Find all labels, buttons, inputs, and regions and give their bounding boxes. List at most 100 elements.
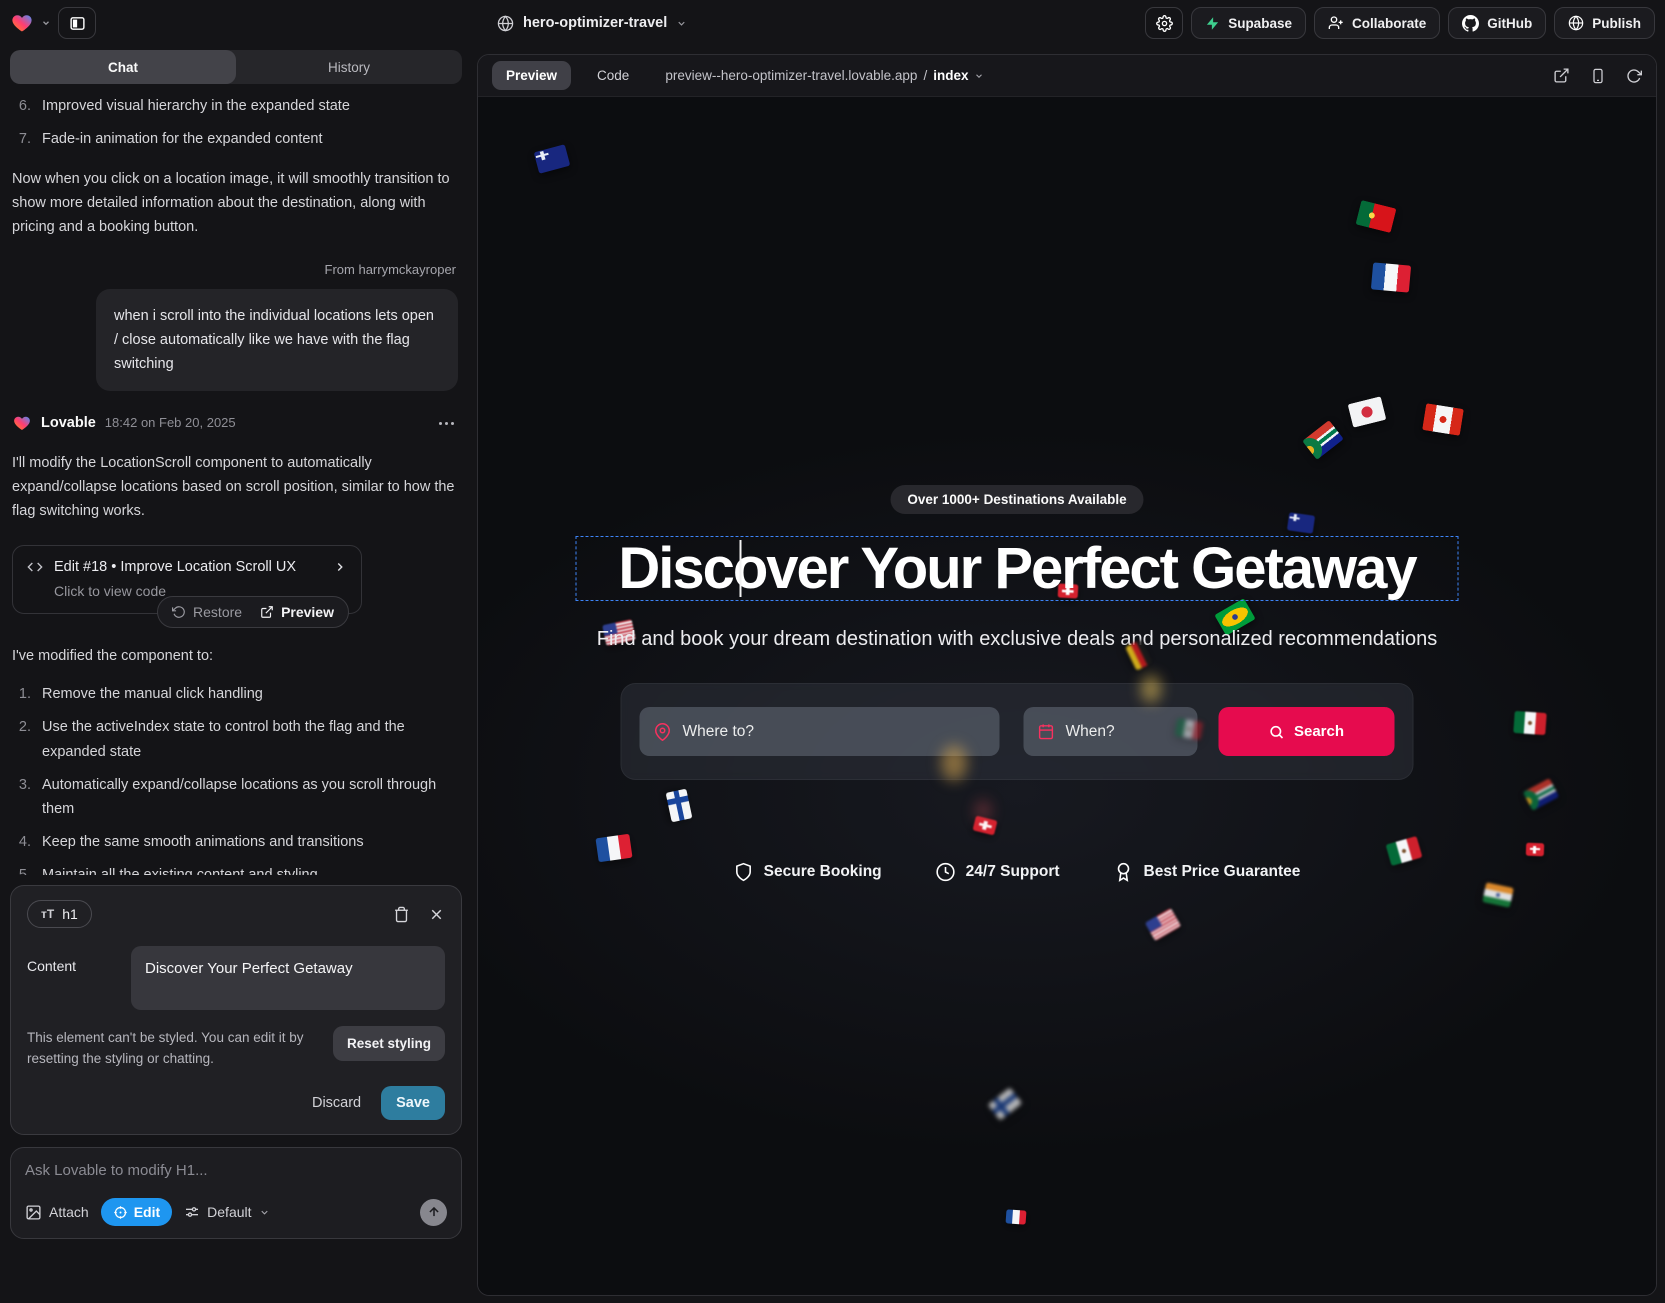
reset-styling-button[interactable]: Reset styling [333,1026,445,1061]
search-card: Search [621,683,1414,780]
assistant-name: Lovable [41,411,96,435]
edit-card-actions: Restore Preview [157,596,349,628]
flag-za-icon [1302,420,1344,460]
discard-button[interactable]: Discard [312,1095,361,1111]
supabase-icon [1205,16,1220,31]
mode-selector[interactable]: Default [184,1204,269,1220]
send-button[interactable] [420,1199,447,1226]
chat-scroll-area[interactable]: 6. Improved visual hierarchy in the expa… [10,84,462,875]
image-attach-icon [25,1204,42,1221]
element-tag-label: h1 [62,906,78,922]
delete-element-button[interactable] [393,906,410,923]
smartphone-icon [1590,68,1606,84]
save-button[interactable]: Save [381,1086,445,1120]
composer-input[interactable] [25,1162,447,1179]
edit-mode-label: Edit [134,1204,160,1220]
preview-panel: Preview Code preview--hero-optimizer-tra… [477,54,1657,1296]
flag-in-icon [1482,882,1514,907]
github-button[interactable]: GitHub [1448,7,1546,39]
open-in-new-tab-button[interactable] [1553,67,1570,84]
flag-jp-icon [1348,396,1387,428]
list-item: 7. Fade-in animation for the expanded co… [12,127,458,151]
preview-toolbar: Preview Code preview--hero-optimizer-tra… [478,55,1656,97]
attach-button[interactable]: Attach [25,1204,89,1221]
content-label: Content [27,946,131,1010]
publish-button[interactable]: Publish [1554,7,1655,39]
hero-subtitle: Find and book your dream destination wit… [597,628,1437,651]
list-item: 4. Keep the same smooth animations and t… [12,830,458,854]
arrow-up-icon [427,1205,441,1219]
where-input[interactable] [683,723,986,741]
message-menu-icon[interactable] [435,418,458,429]
chat-sidebar: Chat History 6. Improved visual hierarch… [0,46,472,1303]
assistant-paragraph: Now when you click on a location image, … [12,167,458,239]
styling-note: This element can't be styled. You can ed… [27,1026,319,1070]
restore-label: Restore [193,604,242,620]
list-item: 6. Improved visual hierarchy in the expa… [12,94,458,118]
assistant-paragraph: I'll modify the LocationScroll component… [12,451,458,523]
text-caret [740,540,742,597]
element-tag-chip: тT h1 [27,900,92,928]
tab-code[interactable]: Code [583,61,643,90]
top-header: hero-optimizer-travel Supabase Collabora… [0,0,1665,46]
content-textarea[interactable]: Discover Your Perfect Getaway [131,946,445,1010]
url-page: index [933,68,968,83]
tab-chat[interactable]: Chat [10,50,236,84]
assistant-list-top: 6. Improved visual hierarchy in the expa… [12,94,458,151]
clock-icon [936,862,956,882]
list-item: 1. Remove the manual click handling [12,682,458,706]
sidebar-toggle-button[interactable] [58,7,96,39]
preview-edit-button[interactable]: Preview [260,604,334,620]
mobile-view-button[interactable] [1590,68,1606,84]
flag-ch-icon [1526,843,1544,857]
assistant-paragraph: I've modified the component to: [12,644,458,668]
list-item: 3. Automatically expand/collapse locatio… [12,773,458,821]
destinations-badge: Over 1000+ Destinations Available [890,485,1143,514]
tab-history[interactable]: History [236,50,462,84]
list-item-number: 1. [12,682,31,706]
settings-button[interactable] [1145,7,1183,39]
hero-title[interactable]: Discover Your Perfect Getaway [618,535,1415,602]
sidebar-tabs: Chat History [10,50,462,84]
where-input-wrap [640,707,1000,756]
edit-mode-button[interactable]: Edit [101,1198,172,1226]
tab-preview[interactable]: Preview [492,61,571,90]
preview-edit-label: Preview [281,604,334,620]
logo-chevron-down-icon[interactable] [41,18,51,28]
chevron-right-icon [333,560,347,574]
list-item-text: Maintain all the existing content and st… [42,863,458,875]
url-separator: / [923,68,927,83]
feature-label: 24/7 Support [966,863,1060,881]
feature-label: Best Price Guarantee [1144,863,1301,881]
sliders-icon [184,1204,200,1220]
user-attribution: From harrymckayroper [12,259,456,281]
lovable-heart-icon [12,414,32,432]
features-row: Secure Booking 24/7 Support Best Price G… [734,862,1301,882]
flag-za-icon [1523,778,1559,811]
feature-best-price: Best Price Guarantee [1114,862,1301,882]
sidebar-spacer [10,1239,462,1303]
flag-mx-icon [1513,711,1546,735]
panel-toggle-icon [69,15,86,32]
url-host: preview--hero-optimizer-travel.lovable.a… [665,68,917,83]
preview-url[interactable]: preview--hero-optimizer-travel.lovable.a… [665,68,984,83]
close-editor-button[interactable] [428,906,445,923]
flag-au-icon [534,144,571,174]
shield-icon [734,862,754,882]
collaborate-button[interactable]: Collaborate [1314,7,1440,39]
supabase-label: Supabase [1228,16,1292,31]
edit-card-title: Edit #18 • Improve Location Scroll UX [54,559,322,575]
when-input[interactable] [1066,723,1184,741]
refresh-button[interactable] [1626,68,1642,84]
search-button[interactable]: Search [1219,707,1395,756]
lovable-logo-icon[interactable] [10,12,34,34]
project-selector[interactable]: hero-optimizer-travel [497,0,687,46]
list-item-number: 7. [12,127,31,151]
restore-button[interactable]: Restore [172,604,242,620]
selected-element-outline[interactable]: Discover Your Perfect Getaway [576,536,1459,601]
github-label: GitHub [1487,16,1532,31]
hero-section: Over 1000+ Destinations Available Discov… [576,485,1459,882]
assistant-message-header: Lovable 18:42 on Feb 20, 2025 [12,411,458,435]
supabase-button[interactable]: Supabase [1191,7,1306,39]
code-icon [27,559,43,575]
